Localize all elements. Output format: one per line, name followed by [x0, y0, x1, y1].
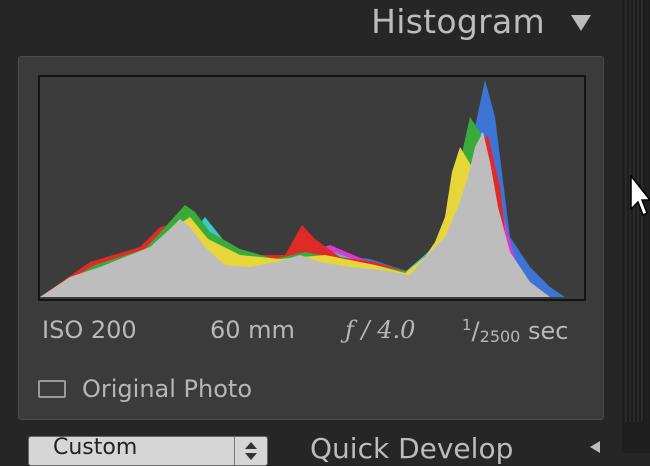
triangle-down-icon[interactable] — [569, 13, 593, 33]
original-photo-label: Original Photo — [82, 375, 253, 403]
original-photo-toggle[interactable]: Original Photo — [38, 372, 252, 406]
quick-develop-title[interactable]: Quick Develop — [310, 432, 513, 465]
original-photo-checkbox[interactable] — [38, 380, 66, 398]
quick-develop-header: Custom Quick Develop — [0, 426, 622, 466]
mouse-cursor-icon — [630, 175, 650, 217]
histogram-luminance — [40, 132, 550, 297]
iso-value: ISO 200 — [42, 316, 137, 344]
up-down-stepper-icon[interactable] — [234, 437, 267, 465]
focal-length-value: 60 mm — [210, 316, 295, 344]
shutter-speed-value: 1/2500 sec — [462, 316, 569, 346]
triangle-left-icon[interactable] — [588, 440, 602, 454]
preset-value: Custom — [53, 435, 138, 460]
histogram-svg — [40, 80, 565, 297]
aperture-value: ƒ / 4.0 — [345, 316, 416, 344]
exif-info-row: ISO 200 60 mm ƒ / 4.0 1/2500 sec — [42, 314, 587, 350]
histogram-panel-header[interactable]: Histogram — [0, 0, 615, 50]
saved-preset-select[interactable]: Custom — [28, 435, 268, 466]
histogram-graph[interactable] — [38, 75, 586, 301]
panel-title: Histogram — [371, 2, 545, 41]
